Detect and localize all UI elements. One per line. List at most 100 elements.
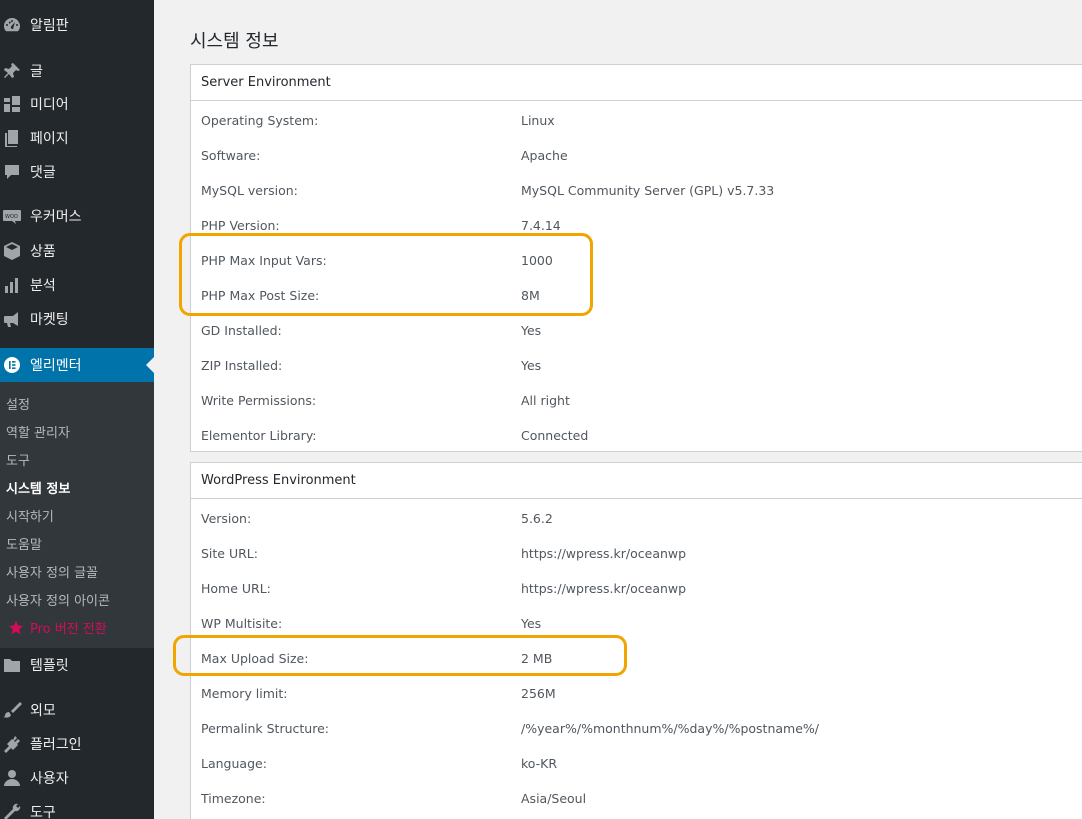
row-label: Elementor Library:	[201, 428, 317, 443]
row-label: ZIP Installed:	[201, 358, 283, 373]
submenu-item-help[interactable]: 도움말	[6, 534, 42, 553]
submenu-item-settings[interactable]: 설정	[6, 394, 30, 413]
elementor-icon	[0, 355, 30, 375]
submenu-item-getting-started[interactable]: 시작하기	[6, 506, 54, 525]
bar-chart-icon	[0, 275, 30, 295]
dashboard-icon	[0, 15, 30, 35]
page-title: 시스템 정보	[190, 31, 279, 52]
elementor-submenu: 설정 역할 관리자 도구 시스템 정보 시작하기 도움말 사용자 정의 글꼴 사…	[0, 382, 154, 648]
table-row: Timezone: Asia/Seoul	[191, 781, 1082, 816]
server-environment-panel: Server Environment Operating System: Linu…	[190, 64, 1082, 452]
sidebar-item-comments[interactable]: 댓글	[0, 155, 154, 189]
row-value: Apache	[521, 148, 568, 163]
admin-sidebar: 알림판 글 미디어 페이지 댓글 WOO 우커머스 상품 분석 마켓팅 엘리멘터…	[0, 0, 154, 819]
row-label: PHP Max Post Size:	[201, 288, 320, 303]
sidebar-item-label: 상품	[30, 244, 56, 260]
sidebar-item-marketing[interactable]: 마켓팅	[0, 302, 154, 336]
megaphone-icon	[0, 309, 30, 329]
table-row: Version: 5.6.2	[191, 501, 1082, 536]
sidebar-item-label: 미디어	[30, 97, 69, 113]
table-row: Home URL: https://wpress.kr/oceanwp	[191, 571, 1082, 606]
sidebar-item-woocommerce[interactable]: WOO 우커머스	[0, 199, 154, 233]
row-label: Language:	[201, 756, 267, 771]
row-label: Site URL:	[201, 546, 258, 561]
sidebar-item-analytics[interactable]: 분석	[0, 268, 154, 302]
row-value: 7.4.14	[521, 218, 561, 233]
row-value: Linux	[521, 113, 555, 128]
row-value: Yes	[521, 323, 542, 338]
sidebar-item-label: 템플릿	[30, 658, 69, 674]
row-value: Connected	[521, 428, 589, 443]
sidebar-item-templates[interactable]: 템플릿	[0, 648, 154, 682]
sidebar-item-media[interactable]: 미디어	[0, 87, 154, 121]
sidebar-item-label: 우커머스	[30, 209, 82, 225]
sidebar-item-label: 분석	[30, 278, 56, 294]
sidebar-item-label: 마켓팅	[30, 312, 69, 328]
row-value: 2 MB	[521, 651, 553, 666]
row-value: Yes	[521, 616, 542, 631]
main-content: 시스템 정보 Server Environment Operating Syst…	[154, 0, 1082, 819]
paintbrush-icon	[0, 700, 30, 720]
table-row: MySQL version: MySQL Community Server (GP…	[191, 173, 1082, 208]
sidebar-item-label: 외모	[30, 703, 56, 719]
row-value: https://wpress.kr/oceanwp	[521, 546, 687, 561]
submenu-item-go-pro[interactable]: Pro 버전 전환	[6, 618, 107, 637]
go-pro-label: Pro 버전 전환	[30, 622, 107, 637]
table-row: ZIP Installed: Yes	[191, 348, 1082, 383]
table-row: WP Multisite: Yes	[191, 606, 1082, 641]
submenu-item-system-info[interactable]: 시스템 정보	[6, 478, 70, 497]
sidebar-item-plugins[interactable]: 플러그인	[0, 727, 154, 761]
table-row: PHP Version: 7.4.14	[191, 208, 1082, 243]
server-environment-title: Server Environment	[191, 65, 1082, 101]
sidebar-item-appearance[interactable]: 외모	[0, 693, 154, 727]
submenu-item-role-manager[interactable]: 역할 관리자	[6, 422, 70, 441]
submenu-item-tools[interactable]: 도구	[6, 450, 30, 469]
row-value: /%year%/%monthnum%/%day%/%postname%/	[521, 721, 819, 736]
page-icon	[0, 128, 30, 148]
row-label: MySQL version:	[201, 183, 298, 198]
submenu-item-custom-icons[interactable]: 사용자 정의 아이콘	[6, 590, 110, 609]
sidebar-item-label: 사용자	[30, 771, 69, 787]
row-label: Version:	[201, 511, 252, 526]
row-label: PHP Max Input Vars:	[201, 253, 327, 268]
table-row: Permalink Structure: /%year%/%monthnum%/%…	[191, 711, 1082, 746]
media-icon	[0, 94, 30, 114]
wordpress-environment-panel: WordPress Environment Version: 5.6.2 Site…	[190, 462, 1082, 819]
woocommerce-icon: WOO	[0, 206, 30, 226]
row-value: 5.6.2	[521, 511, 553, 526]
pin-icon	[0, 61, 30, 81]
table-row: Max Upload Size: 2 MB	[191, 641, 1082, 676]
sidebar-item-dashboard[interactable]: 알림판	[0, 8, 154, 42]
row-value: 8M	[521, 288, 540, 303]
submenu-item-custom-fonts[interactable]: 사용자 정의 글꼴	[6, 562, 98, 581]
row-label: Write Permissions:	[201, 393, 317, 408]
row-label: Timezone:	[201, 791, 266, 806]
row-label: WP Multisite:	[201, 616, 283, 631]
row-label: PHP Version:	[201, 218, 280, 233]
sidebar-item-elementor[interactable]: 엘리멘터	[0, 348, 154, 382]
sidebar-item-posts[interactable]: 글	[0, 54, 154, 88]
row-label: GD Installed:	[201, 323, 282, 338]
active-menu-arrow	[146, 357, 154, 373]
svg-text:WOO: WOO	[5, 214, 18, 220]
sidebar-item-tools[interactable]: 도구	[0, 795, 154, 819]
product-box-icon	[0, 241, 30, 261]
star-icon	[8, 620, 24, 634]
user-icon	[0, 768, 30, 788]
table-row: Elementor Library: Connected	[191, 418, 1082, 453]
row-label: Software:	[201, 148, 261, 163]
table-row: PHP Max Input Vars: 1000	[191, 243, 1082, 278]
comment-icon	[0, 162, 30, 182]
sidebar-item-label: 알림판	[30, 18, 69, 34]
sidebar-item-pages[interactable]: 페이지	[0, 121, 154, 155]
sidebar-item-products[interactable]: 상품	[0, 234, 154, 268]
row-value: https://wpress.kr/oceanwp	[521, 581, 687, 596]
table-row: Software: Apache	[191, 138, 1082, 173]
sidebar-item-label: 페이지	[30, 131, 69, 147]
table-row: Site URL: https://wpress.kr/oceanwp	[191, 536, 1082, 571]
wrench-icon	[0, 802, 30, 819]
row-label: Home URL:	[201, 581, 271, 596]
sidebar-item-users[interactable]: 사용자	[0, 761, 154, 795]
sidebar-item-label: 글	[30, 64, 43, 80]
row-label: Memory limit:	[201, 686, 288, 701]
